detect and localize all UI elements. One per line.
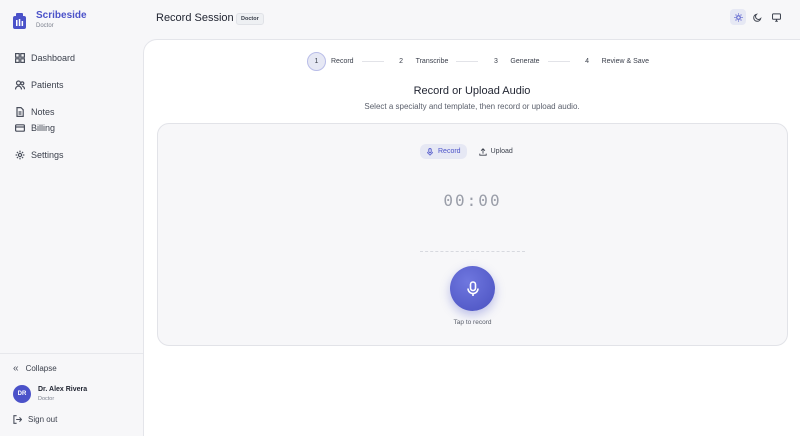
record-mode-button[interactable]: Record bbox=[420, 144, 467, 159]
theme-system-button[interactable] bbox=[768, 9, 784, 25]
card-icon bbox=[14, 122, 25, 133]
step-review-save[interactable]: 4 Review & Save bbox=[578, 52, 649, 71]
sidebar-item-settings[interactable]: Settings bbox=[14, 149, 64, 160]
step-number: 2 bbox=[399, 58, 404, 65]
record-caption: Tap to record bbox=[453, 319, 492, 326]
file-icon bbox=[14, 106, 25, 117]
avatar: DR bbox=[13, 385, 31, 403]
sidebar-item-label: Settings bbox=[31, 149, 64, 160]
theme-light-button[interactable] bbox=[730, 9, 746, 25]
sidebar-item-patients[interactable]: Patients bbox=[14, 79, 64, 90]
mic-icon bbox=[427, 147, 433, 156]
sidebar-item-notes[interactable]: Notes bbox=[14, 106, 55, 117]
step-connector bbox=[361, 61, 384, 62]
sidebar-item-billing[interactable]: Billing bbox=[14, 122, 55, 133]
sidebar: Scribeside Doctor Dashboard Patients Not… bbox=[0, 0, 143, 436]
theme-switch bbox=[730, 9, 784, 25]
stepper: 1 Record 2 Transcribe 3 Generate 4 Revie… bbox=[307, 52, 649, 71]
recording-timer: 00:00 bbox=[443, 191, 502, 210]
sidebar-item-label: Notes bbox=[31, 106, 55, 117]
step-connector bbox=[456, 61, 479, 62]
user-profile[interactable]: DR Dr. Alex Rivera Doctor bbox=[13, 385, 87, 403]
mode-toggle: Record Upload bbox=[420, 144, 519, 159]
step-record[interactable]: 1 Record bbox=[307, 52, 354, 71]
sidebar-item-label: Dashboard bbox=[31, 52, 76, 63]
sidebar-item-dashboard[interactable]: Dashboard bbox=[14, 52, 75, 63]
upload-mode-label: Upload bbox=[490, 148, 513, 155]
record-button[interactable] bbox=[450, 266, 495, 311]
user-role: Doctor bbox=[38, 396, 55, 402]
collapse-button[interactable]: « Collapse bbox=[13, 363, 57, 374]
upload-icon bbox=[478, 147, 487, 156]
step-generate[interactable]: 3 Generate bbox=[486, 52, 540, 71]
collapse-label: Collapse bbox=[25, 364, 57, 373]
step-number: 1 bbox=[307, 52, 326, 71]
user-name: Dr. Alex Rivera bbox=[38, 386, 88, 393]
step-label: Record bbox=[331, 58, 354, 65]
microphone-icon bbox=[466, 280, 479, 296]
brand-logo-icon bbox=[13, 13, 26, 29]
sidebar-item-label: Patients bbox=[31, 79, 64, 90]
monitor-icon bbox=[771, 12, 781, 22]
record-mode-label: Record bbox=[438, 148, 461, 155]
step-label: Transcribe bbox=[415, 58, 449, 65]
sign-out-button[interactable]: Sign out bbox=[13, 415, 57, 424]
section-heading: Record or Upload Audio bbox=[413, 85, 531, 97]
brand-role: Doctor bbox=[36, 23, 54, 29]
users-icon bbox=[14, 79, 25, 90]
step-label: Generate bbox=[510, 58, 540, 65]
step-connector bbox=[547, 61, 570, 62]
step-number: 3 bbox=[493, 58, 498, 65]
page-title: Record Session bbox=[156, 12, 234, 24]
grid-icon bbox=[14, 52, 25, 63]
sign-out-icon bbox=[13, 415, 22, 424]
sidebar-divider bbox=[0, 353, 143, 354]
recorder-card: Record Upload 00:00 Tap to record bbox=[157, 123, 788, 346]
brand[interactable]: Scribeside Doctor bbox=[13, 10, 87, 30]
role-badge: Doctor bbox=[236, 13, 264, 25]
moon-icon bbox=[752, 12, 762, 22]
step-number: 4 bbox=[585, 58, 590, 65]
step-transcribe[interactable]: 2 Transcribe bbox=[392, 52, 449, 71]
main-panel: 1 Record 2 Transcribe 3 Generate 4 Revie… bbox=[143, 39, 800, 436]
section-subheading: Select a specialty and template, then re… bbox=[364, 102, 580, 111]
chevrons-left-icon: « bbox=[13, 363, 19, 374]
waveform-placeholder bbox=[420, 251, 525, 253]
upload-mode-button[interactable]: Upload bbox=[473, 144, 519, 159]
step-label: Review & Save bbox=[601, 58, 650, 65]
theme-dark-button[interactable] bbox=[749, 9, 765, 25]
sidebar-item-label: Billing bbox=[31, 122, 56, 133]
brand-name: Scribeside bbox=[36, 10, 87, 21]
sun-icon bbox=[733, 12, 743, 22]
sign-out-label: Sign out bbox=[28, 415, 58, 424]
gear-icon bbox=[14, 149, 25, 160]
